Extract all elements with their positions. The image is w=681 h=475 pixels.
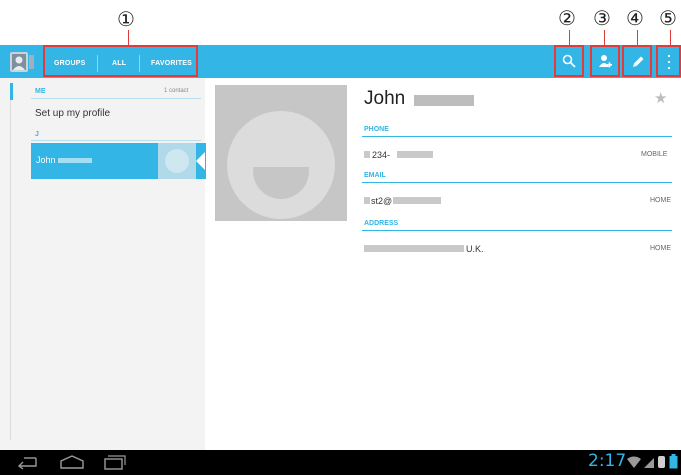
callout-3: ③ bbox=[593, 6, 611, 30]
selection-arrow bbox=[196, 152, 205, 170]
callout-4: ④ bbox=[626, 6, 644, 30]
contacts-app-icon[interactable] bbox=[10, 52, 36, 72]
overflow-icon bbox=[667, 55, 671, 74]
me-contact-count: 1 contact bbox=[164, 88, 189, 94]
battery-icon bbox=[669, 454, 678, 474]
redacted-email-prefix bbox=[364, 197, 370, 204]
add-contact-button[interactable] bbox=[590, 45, 620, 77]
callout-3-leader bbox=[604, 30, 605, 45]
overflow-menu-button[interactable] bbox=[656, 45, 681, 77]
email-divider bbox=[362, 182, 672, 183]
callout-1-leader bbox=[128, 30, 129, 45]
search-button[interactable] bbox=[554, 45, 584, 77]
setup-profile-item[interactable]: Set up my profile bbox=[31, 102, 201, 126]
sync-icon bbox=[657, 455, 666, 474]
tab-groups[interactable]: GROUPS bbox=[54, 60, 86, 67]
redacted-email-rest bbox=[393, 197, 441, 204]
contact-thumbnail bbox=[158, 143, 196, 179]
email-type: HOME bbox=[650, 197, 671, 204]
address-divider bbox=[362, 230, 672, 231]
email-value[interactable]: st2@ bbox=[371, 196, 392, 206]
address-header: ADDRESS bbox=[364, 220, 399, 227]
setup-profile-label: Set up my profile bbox=[35, 108, 111, 119]
phone-divider bbox=[362, 136, 672, 137]
callout-5-leader bbox=[670, 30, 671, 45]
redacted-surname bbox=[414, 95, 474, 106]
address-value[interactable]: U.K. bbox=[466, 244, 484, 254]
status-time: 2:17 bbox=[588, 451, 627, 471]
me-section-header: ME bbox=[35, 88, 46, 95]
tab-divider bbox=[97, 55, 98, 72]
tab-divider bbox=[139, 55, 140, 72]
view-tabs: GROUPS ALL FAVORITES bbox=[43, 45, 198, 77]
me-section-divider bbox=[31, 98, 201, 99]
redacted-phone-prefix bbox=[364, 151, 370, 158]
callout-5: ⑤ bbox=[659, 6, 677, 30]
contact-detail-name: John bbox=[364, 88, 406, 109]
redacted-address bbox=[364, 245, 464, 252]
search-icon bbox=[561, 53, 577, 74]
recent-apps-icon[interactable] bbox=[102, 454, 126, 475]
callout-4-leader bbox=[637, 30, 638, 45]
home-icon[interactable] bbox=[58, 454, 86, 475]
callout-1: ① bbox=[117, 7, 135, 31]
phone-value[interactable]: 234- bbox=[372, 150, 390, 160]
j-section-divider bbox=[31, 140, 201, 141]
redacted-phone-rest bbox=[397, 151, 433, 158]
contact-list-item-selected[interactable]: John bbox=[31, 143, 206, 179]
callout-2: ② bbox=[558, 6, 576, 30]
contact-name: John bbox=[36, 155, 56, 165]
scroll-indicator bbox=[10, 83, 13, 100]
contact-photo bbox=[215, 85, 347, 221]
wifi-icon bbox=[626, 456, 642, 474]
tab-favorites[interactable]: FAVORITES bbox=[151, 60, 192, 67]
tab-all[interactable]: ALL bbox=[112, 60, 126, 67]
redacted-surname bbox=[58, 158, 92, 163]
pencil-icon bbox=[630, 54, 646, 75]
favorite-star-icon[interactable]: ★ bbox=[654, 91, 667, 106]
callout-2-leader bbox=[569, 30, 570, 45]
back-icon[interactable] bbox=[14, 454, 40, 475]
j-section-header: J bbox=[35, 131, 39, 138]
add-contact-icon bbox=[597, 53, 613, 74]
address-type: HOME bbox=[650, 245, 671, 252]
signal-icon bbox=[643, 456, 655, 474]
edit-button[interactable] bbox=[622, 45, 652, 77]
contact-list-panel bbox=[0, 78, 205, 450]
email-header: EMAIL bbox=[364, 172, 386, 179]
phone-type: MOBILE bbox=[641, 151, 668, 158]
list-scrollbar-track bbox=[10, 100, 11, 440]
phone-header: PHONE bbox=[364, 126, 389, 133]
